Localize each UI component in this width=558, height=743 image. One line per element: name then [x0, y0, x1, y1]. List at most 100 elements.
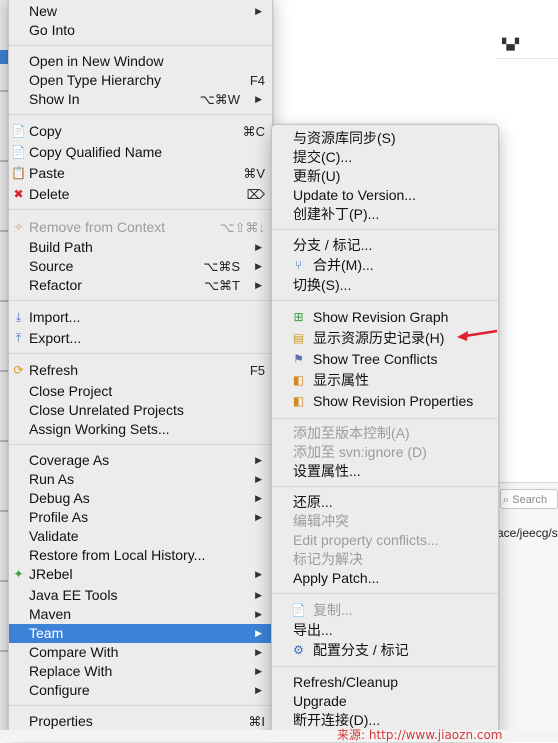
menu-item-assign-working-sets[interactable]: Assign Working Sets... — [9, 420, 272, 439]
menu-item-maven[interactable]: Maven ▶ — [9, 605, 272, 624]
separator — [272, 486, 498, 487]
menu-item-refactor[interactable]: Refactor ⌥⌘T ▶ — [9, 276, 272, 295]
menu-item-label: Source — [29, 258, 74, 274]
copy-icon: 📄 — [11, 145, 26, 159]
search-placeholder: Search — [512, 494, 548, 506]
menu-item-label: Open in New Window — [29, 53, 164, 69]
menu-item-label: Java EE Tools — [29, 587, 118, 603]
menu-item-label: Build Path — [29, 239, 93, 255]
menu-item-profile-as[interactable]: Profile As ▶ — [9, 508, 272, 527]
menu-item-close-project[interactable]: Close Project — [9, 382, 272, 401]
shortcut: F5 — [249, 363, 265, 378]
submenu-item-commit[interactable]: 提交(C)... — [272, 148, 498, 167]
export-icon: ⤒ — [15, 331, 22, 345]
submenu-item-set-property[interactable]: 设置属性... — [272, 462, 498, 481]
separator — [9, 705, 272, 706]
search-icon: ⌕ — [503, 494, 510, 506]
menu-item-import[interactable]: ⤓ Import... — [9, 308, 272, 327]
submenu-item-show-tree-conflicts[interactable]: ⚑ Show Tree Conflicts — [272, 350, 498, 369]
menu-item-open-new-window[interactable]: Open in New Window — [9, 52, 272, 71]
submenu-arrow-icon: ▶ — [255, 609, 262, 619]
menu-item-copy-qualified-name[interactable]: 📄 Copy Qualified Name — [9, 143, 272, 162]
menu-item-validate[interactable]: Validate — [9, 527, 272, 546]
shortcut: ⌘C — [242, 124, 265, 139]
menu-item-refresh[interactable]: ⟳ Refresh F5 — [9, 361, 272, 380]
submenu-item-add-svn-ignore[interactable]: 添加至 svn:ignore (D) — [272, 443, 498, 462]
menu-item-copy[interactable]: 📄 Copy ⌘C — [9, 122, 272, 141]
submenu-item-copy[interactable]: 📄 复制... — [272, 601, 498, 620]
copy-icon: 📄 — [291, 603, 306, 617]
submenu-item-sync[interactable]: 与资源库同步(S) — [272, 129, 498, 148]
menu-item-team[interactable]: Team ▶ — [9, 624, 272, 643]
submenu-arrow-icon: ▶ — [255, 474, 262, 484]
submenu-item-update-to-version[interactable]: Update to Version... — [272, 186, 498, 205]
menu-item-label: Debug As — [29, 490, 90, 506]
menu-item-run-as[interactable]: Run As ▶ — [9, 470, 272, 489]
menu-item-java-ee-tools[interactable]: Java EE Tools ▶ — [9, 586, 272, 605]
submenu-item-edit-conflicts[interactable]: 编辑冲突 — [272, 512, 498, 531]
tree-mark — [0, 510, 8, 512]
tree-mark — [0, 440, 8, 442]
submenu-item-switch[interactable]: 切换(S)... — [272, 276, 498, 295]
search-input[interactable]: ⌕ Search — [500, 489, 558, 509]
menu-item-label: Show Tree Conflicts — [313, 351, 438, 367]
menu-item-compare-with[interactable]: Compare With ▶ — [9, 643, 272, 662]
submenu-item-merge[interactable]: ⑂ 合并(M)... — [272, 256, 498, 275]
separator — [272, 418, 498, 419]
submenu-item-branch-tag[interactable]: 分支 / 标记... — [272, 236, 498, 255]
menu-item-label: Replace With — [29, 663, 113, 679]
menu-item-debug-as[interactable]: Debug As ▶ — [9, 489, 272, 508]
shortcut: ⌥⌘T — [204, 278, 240, 293]
submenu-item-add-version-control[interactable]: 添加至版本控制(A) — [272, 424, 498, 443]
submenu-item-upgrade[interactable]: Upgrade — [272, 692, 498, 711]
submenu-item-export[interactable]: 导出... — [272, 621, 498, 640]
menu-item-label: Remove from Context — [29, 219, 166, 235]
submenu-item-update[interactable]: 更新(U) — [272, 167, 498, 186]
menu-item-close-unrelated-projects[interactable]: Close Unrelated Projects — [9, 401, 272, 420]
menu-item-paste[interactable]: 📋 Paste ⌘V — [9, 164, 272, 183]
tree-mark — [0, 580, 8, 582]
annotation-arrow-icon — [457, 329, 498, 341]
menu-item-label: Update to Version... — [293, 187, 416, 203]
menu-item-label: Restore from Local History... — [29, 547, 206, 563]
menu-item-source[interactable]: Source ⌥⌘S ▶ — [9, 257, 272, 276]
menu-item-coverage-as[interactable]: Coverage As ▶ — [9, 451, 272, 470]
menu-item-restore-local-history[interactable]: Restore from Local History... — [9, 546, 272, 565]
menu-item-replace-with[interactable]: Replace With ▶ — [9, 662, 272, 681]
submenu-item-refresh-cleanup[interactable]: Refresh/Cleanup — [272, 673, 498, 692]
revision-graph-icon: ⊞ — [293, 310, 304, 324]
submenu-item-show-revision-properties[interactable]: ◧ Show Revision Properties — [272, 392, 498, 411]
refresh-icon: ⟳ — [13, 363, 24, 377]
submenu-item-configure-branches[interactable]: ⚙ 配置分支 / 标记 — [272, 641, 498, 660]
submenu-item-revert[interactable]: 还原... — [272, 493, 498, 512]
menu-item-go-into[interactable]: Go Into — [9, 21, 272, 40]
menu-item-label: 添加至 svn:ignore (D) — [293, 444, 427, 460]
menu-item-label: 设置属性... — [293, 463, 361, 479]
submenu-item-create-patch[interactable]: 创建补丁(P)... — [272, 205, 498, 224]
menu-item-export[interactable]: ⤒ Export... — [9, 329, 272, 348]
menu-item-label: 导出... — [293, 622, 333, 638]
submenu-item-mark-resolved[interactable]: 标记为解决 — [272, 550, 498, 569]
menu-item-new[interactable]: New ▶ — [9, 2, 272, 21]
menu-item-jrebel[interactable]: ✦ JRebel ▶ — [9, 565, 272, 584]
menu-item-configure[interactable]: Configure ▶ — [9, 681, 272, 700]
menu-item-label: Show In — [29, 91, 80, 107]
menu-item-label: Show Revision Graph — [313, 309, 449, 325]
menu-item-label: 标记为解决 — [293, 551, 363, 567]
menu-item-label: Export... — [29, 330, 82, 346]
menu-item-delete[interactable]: ✖ Delete ⌦ — [9, 185, 272, 204]
menu-item-show-in[interactable]: Show In ⌥⌘W ▶ — [9, 90, 272, 109]
menu-item-open-type-hierarchy[interactable]: Open Type Hierarchy F4 — [9, 71, 272, 90]
menu-item-label: Properties — [29, 713, 93, 729]
revision-properties-icon: ◧ — [292, 394, 305, 408]
submenu-item-edit-property-conflicts[interactable]: Edit property conflicts... — [272, 531, 498, 550]
menu-item-label: 切换(S)... — [293, 277, 352, 293]
submenu-item-apply-patch[interactable]: Apply Patch... — [272, 569, 498, 588]
menu-item-remove-from-context[interactable]: ✧ Remove from Context ⌥⇧⌘↓ — [9, 218, 272, 237]
submenu-item-show-properties[interactable]: ◧ 显示属性 — [272, 371, 498, 390]
menu-item-properties[interactable]: Properties ⌘I — [9, 712, 272, 731]
menu-item-build-path[interactable]: Build Path ▶ — [9, 238, 272, 257]
submenu-arrow-icon: ▶ — [255, 280, 262, 290]
menu-item-label: Profile As — [29, 509, 89, 525]
submenu-item-show-revision-graph[interactable]: ⊞ Show Revision Graph — [272, 308, 498, 327]
